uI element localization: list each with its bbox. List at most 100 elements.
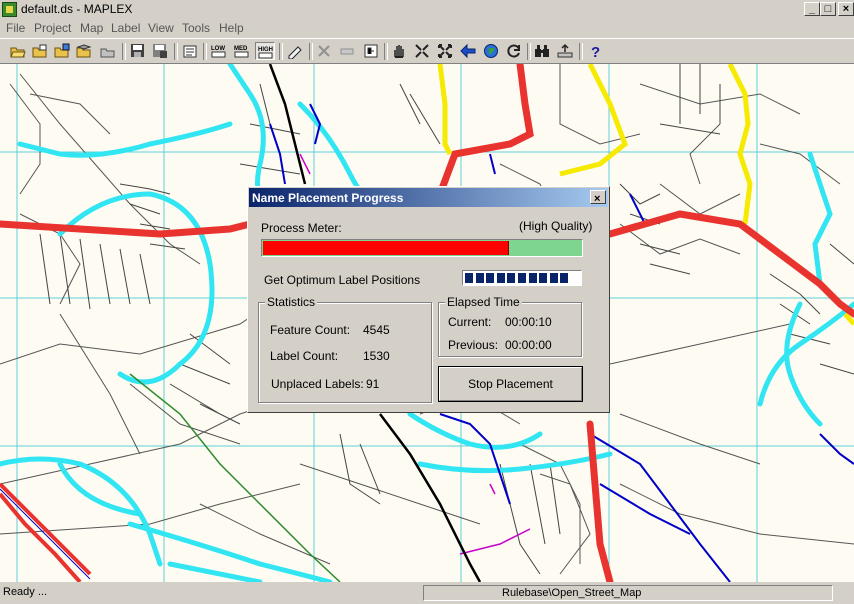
quality-high-icon: HIGH <box>258 47 273 59</box>
dialog-close-button[interactable]: × <box>590 190 606 205</box>
dialog-title: Name Placement Progress <box>252 191 404 205</box>
task-progress-bar <box>462 270 582 286</box>
export-icon <box>557 43 573 58</box>
quality-label: (High Quality) <box>519 219 593 233</box>
name-placement-progress-dialog: Name Placement Progress × Process Meter:… <box>247 186 610 413</box>
quality-low-button[interactable]: LOW <box>209 42 229 60</box>
open-map-icon <box>54 43 70 58</box>
svg-text:LOW: LOW <box>211 46 225 52</box>
toolbar-separator <box>174 43 178 60</box>
menu-view[interactable]: View <box>148 21 174 35</box>
task-progress-block <box>465 273 473 283</box>
elapsed-time-group: Elapsed Time Current: 00:00:10 Previous:… <box>438 295 582 357</box>
zoom-in-button[interactable] <box>412 42 432 60</box>
pan-hand-icon <box>394 45 404 58</box>
quality-low-icon: LOW <box>211 46 226 58</box>
properties-button[interactable] <box>180 42 200 60</box>
task-progress-block <box>496 273 505 283</box>
statistics-title: Statistics <box>265 295 318 309</box>
properties-icon <box>183 45 197 58</box>
help-icon: ? <box>591 44 600 59</box>
measure-button[interactable] <box>337 42 357 60</box>
toolbar-separator <box>309 43 313 60</box>
maximize-button[interactable]: □ <box>820 2 836 16</box>
save-button[interactable] <box>128 42 148 60</box>
task-progress-block <box>528 273 537 283</box>
svg-text:HIGH: HIGH <box>258 47 273 53</box>
quality-high-button[interactable]: HIGH <box>255 42 275 60</box>
railway-south <box>379 413 482 582</box>
stop-placement-button[interactable]: Stop Placement <box>438 366 583 402</box>
task-progress-block <box>539 273 548 283</box>
statistics-group: Statistics Feature Count: 4545 Label Cou… <box>258 295 432 403</box>
pan-button[interactable] <box>389 42 409 60</box>
open-rules-button[interactable] <box>98 42 118 60</box>
close-icon: × <box>842 3 850 15</box>
maximize-icon: □ <box>824 3 832 15</box>
menu-help[interactable]: Help <box>219 21 244 35</box>
task-label: Get Optimum Label Positions <box>264 273 421 287</box>
back-button[interactable] <box>458 42 478 60</box>
toolbar-separator <box>203 43 207 60</box>
open-folder-icon <box>10 47 26 58</box>
quality-medium-icon: MED <box>234 46 249 58</box>
save-all-button[interactable] <box>150 42 170 60</box>
svg-text:MED: MED <box>234 46 248 52</box>
refresh-button[interactable] <box>504 42 524 60</box>
open-folder-button[interactable] <box>8 42 28 60</box>
place-button[interactable] <box>314 42 334 60</box>
toolbar-separator <box>527 43 531 60</box>
stop-placement-label: Stop Placement <box>439 367 582 401</box>
toolbar: LOW MED HIGH ? <box>0 38 854 64</box>
menu-bar: File Project Map Label View Tools Help <box>0 19 854 38</box>
title-bar: default.ds - MAPLEX _ □ × <box>0 0 854 19</box>
save-icon <box>131 44 144 57</box>
open-project-icon <box>32 44 47 58</box>
menu-label[interactable]: Label <box>111 21 140 35</box>
fixed-label-icon <box>364 44 378 58</box>
label-edit-icon <box>288 46 302 59</box>
menu-tools[interactable]: Tools <box>182 21 210 35</box>
close-icon: × <box>594 193 601 205</box>
menu-map[interactable]: Map <box>80 21 103 35</box>
help-button[interactable]: ? <box>585 42 605 60</box>
open-rules-icon <box>100 48 115 58</box>
export-button[interactable] <box>555 42 575 60</box>
zoom-in-icon <box>415 44 429 58</box>
unplaced-labels-value: 91 <box>366 377 380 391</box>
task-progress-block <box>560 273 569 283</box>
previous-time-value: 00:00:00 <box>505 338 552 352</box>
window-title: default.ds - MAPLEX <box>21 2 133 16</box>
open-project-button[interactable] <box>30 42 50 60</box>
menu-file[interactable]: File <box>6 21 25 35</box>
menu-project[interactable]: Project <box>34 21 71 35</box>
feature-count-label: Feature Count: <box>270 323 351 337</box>
current-time-value: 00:00:10 <box>505 315 552 329</box>
status-text: Ready ... <box>3 586 48 598</box>
zoom-full-extent-button[interactable] <box>435 42 455 60</box>
motorway-center <box>0 488 91 580</box>
unplaced-labels-label: Unplaced Labels: <box>271 377 364 391</box>
minimize-button[interactable]: _ <box>804 2 820 16</box>
find-button[interactable] <box>532 42 552 60</box>
process-meter-label: Process Meter: <box>261 221 342 235</box>
globe-button[interactable] <box>481 42 501 60</box>
task-progress-block <box>518 273 526 283</box>
status-rulebase: Rulebase\Open_Street_Map <box>423 585 833 601</box>
find-binoculars-icon <box>535 45 549 57</box>
elapsed-time-title: Elapsed Time <box>445 295 522 309</box>
status-bar: Ready ... Rulebase\Open_Street_Map <box>0 584 854 604</box>
maplex-app-icon <box>2 2 17 17</box>
zoom-full-extent-icon <box>438 44 452 58</box>
task-progress-block <box>486 273 495 283</box>
place-icon <box>318 45 330 57</box>
quality-medium-button[interactable]: MED <box>232 42 252 60</box>
back-arrow-icon <box>460 43 476 59</box>
open-layers-button[interactable] <box>74 42 94 60</box>
label-edit-button[interactable] <box>285 42 305 60</box>
open-map-button[interactable] <box>52 42 72 60</box>
minimize-icon: _ <box>808 3 816 15</box>
fixed-label-button[interactable] <box>361 42 381 60</box>
close-button[interactable]: × <box>838 2 854 16</box>
toolbar-separator <box>279 43 283 60</box>
